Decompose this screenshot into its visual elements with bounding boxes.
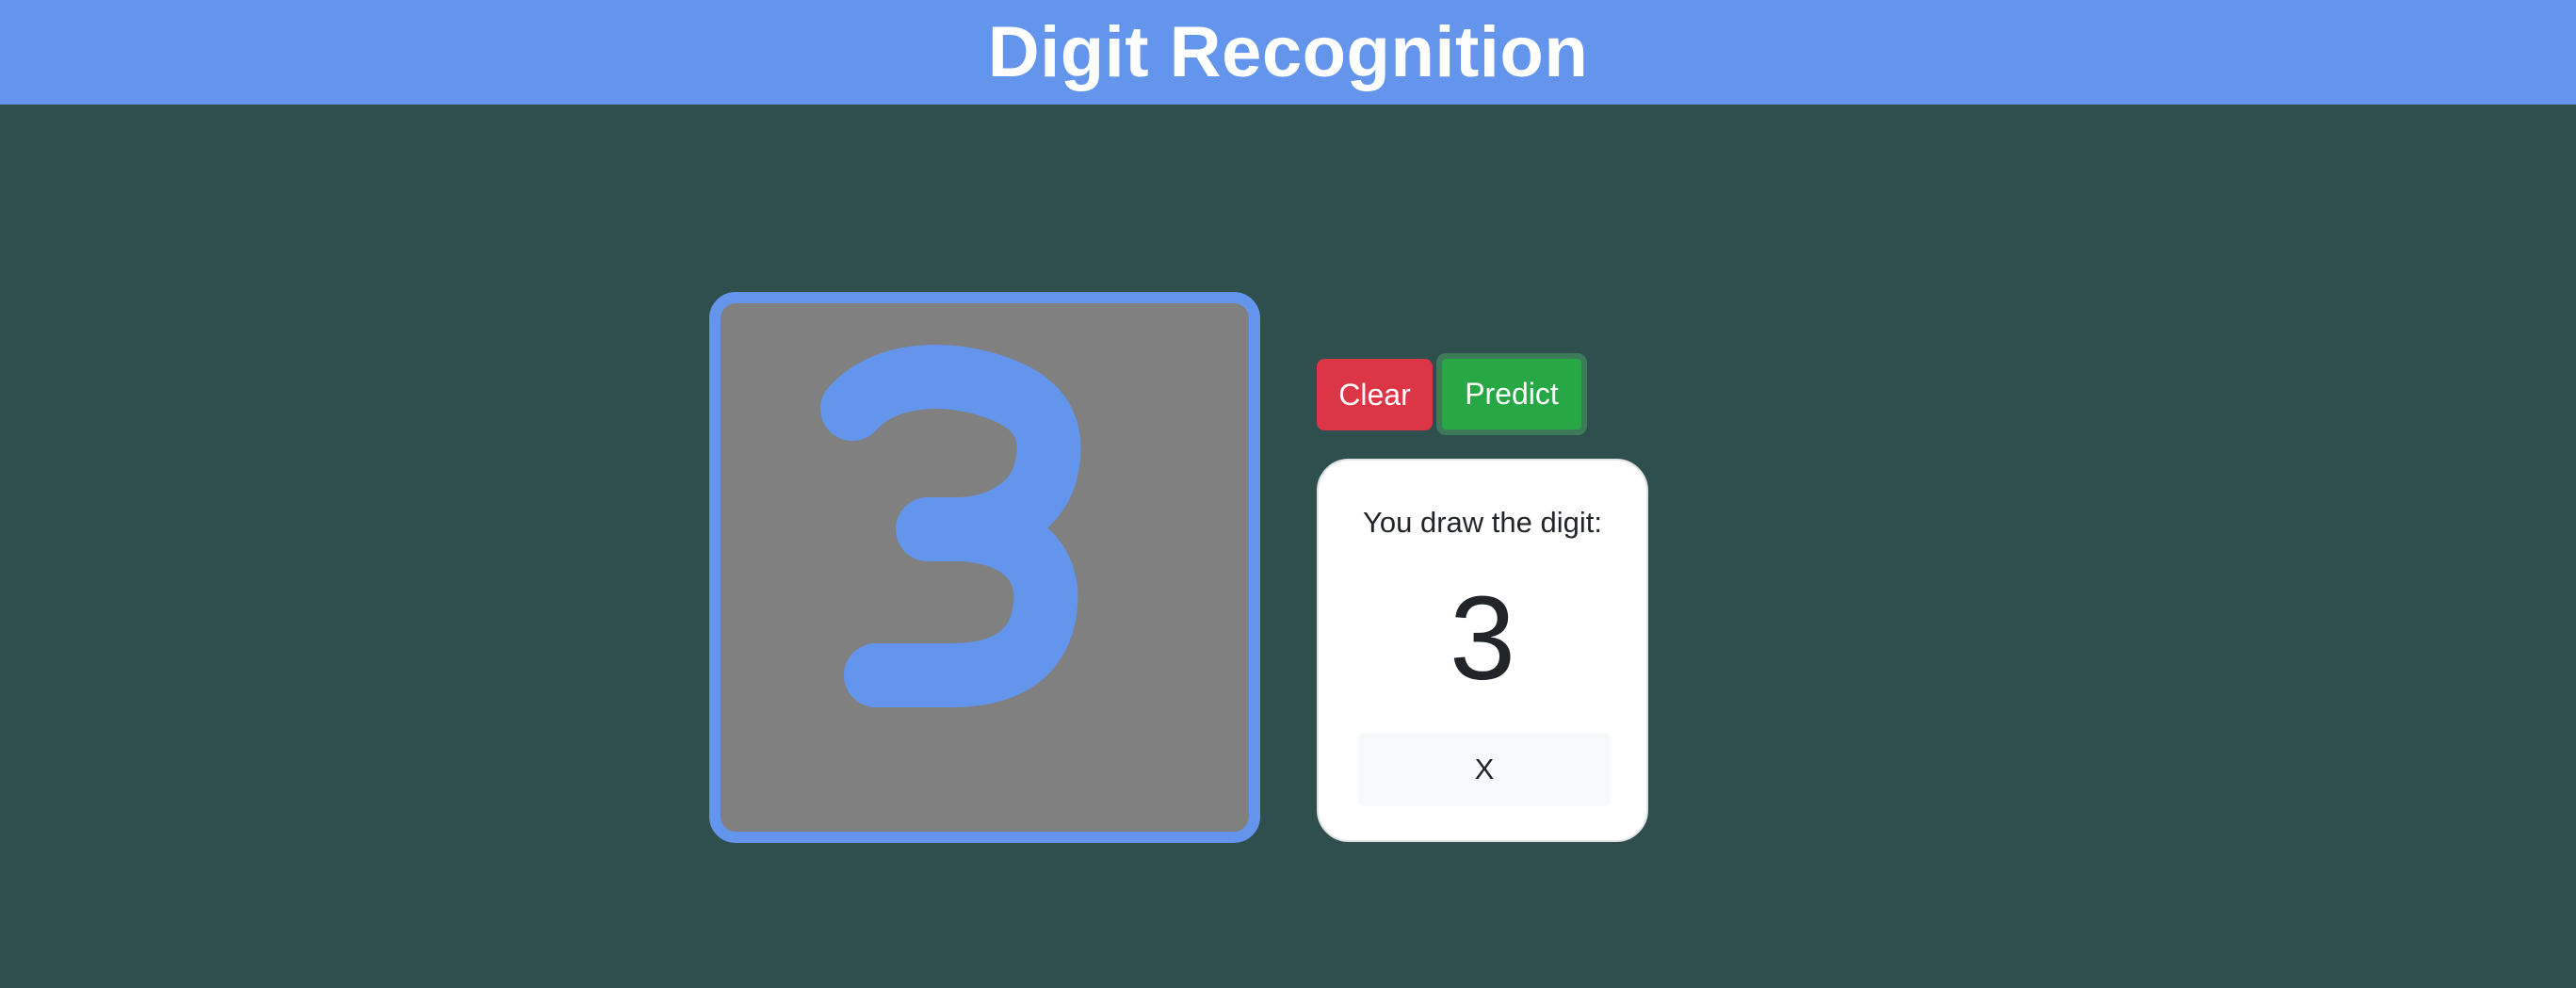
clear-button[interactable]: Clear: [1317, 359, 1433, 430]
drawing-canvas[interactable]: [709, 292, 1260, 843]
page-title: Digit Recognition: [987, 11, 1589, 92]
close-button[interactable]: X: [1358, 733, 1611, 806]
prediction-label: You draw the digit:: [1363, 506, 1602, 539]
predict-button[interactable]: Predict: [1436, 353, 1587, 435]
drawn-digit-stroke: [820, 345, 1081, 707]
predicted-digit: 3: [1449, 572, 1516, 705]
prediction-card: You draw the digit: 3 X: [1317, 459, 1648, 842]
app-header: Digit Recognition: [0, 0, 2576, 105]
